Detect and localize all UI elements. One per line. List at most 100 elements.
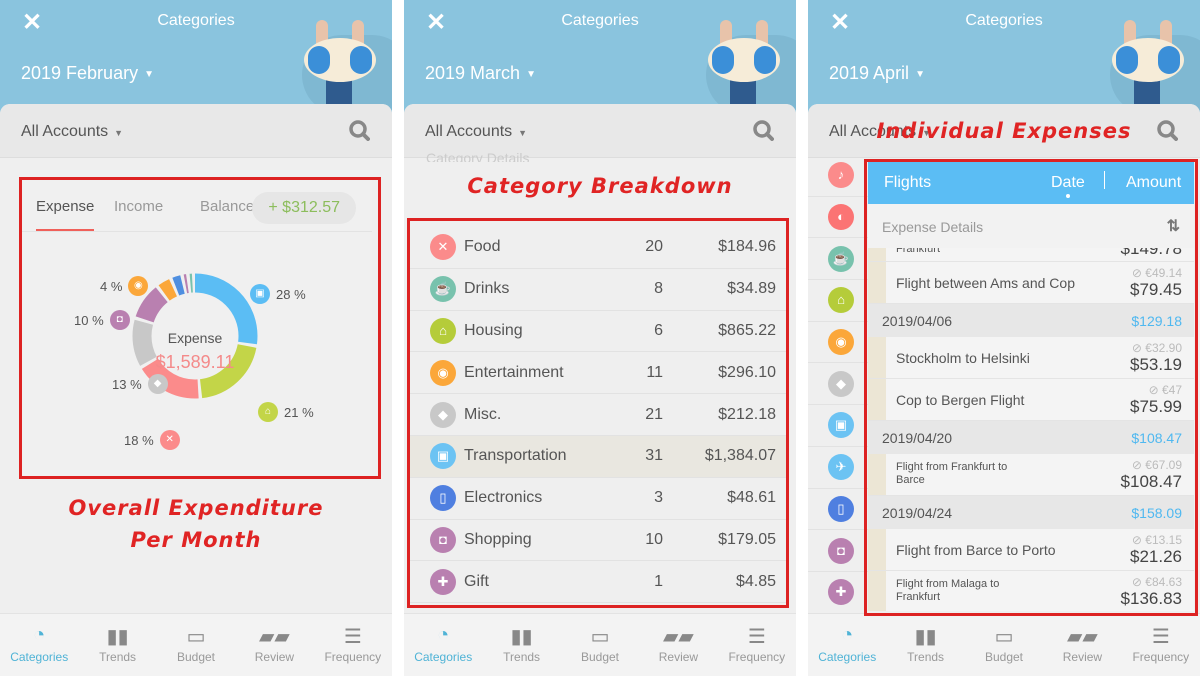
battery-icon: ▭ (994, 626, 1014, 648)
nav-categories[interactable]: ◔ Categories (404, 614, 482, 676)
bag-icon: ◘ (828, 537, 854, 564)
bar-chart-icon: ▮▮ (510, 626, 533, 648)
accounts-bar: All Accounts ▼ (0, 104, 392, 158)
cards-icon: ▰▰ (259, 626, 290, 648)
chevron-down-icon: ▼ (915, 68, 925, 80)
month-label: 2019 February (21, 63, 139, 83)
nav-frequency[interactable]: ☰ Frequency (314, 614, 392, 676)
category-row[interactable]: ✈ (808, 447, 868, 489)
accounts-label: All Accounts (21, 123, 109, 140)
annotation: Individual Expenses (876, 119, 1132, 143)
annotation: Category Breakdown (467, 174, 733, 198)
nav-trends[interactable]: ▮▮ Trends (482, 614, 560, 676)
nav-categories[interactable]: ◔ Categories (0, 614, 78, 676)
mascot-illustration (282, 20, 392, 115)
nav-label: Categories (10, 650, 69, 664)
annotation-line: Per Month (130, 528, 262, 552)
annotation: Overall Expenditure Per Month (0, 492, 392, 556)
donut-icon: ◔ (841, 624, 854, 646)
phone-screen-february: ✕ Categories 2019 February ▼ All Accounts ▼ ◔ C… (0, 0, 392, 676)
nav-label: Trends (503, 650, 541, 664)
chevron-down-icon: ▼ (518, 128, 528, 138)
bar-chart-icon: ▮▮ (106, 626, 129, 648)
faded-section-header: Category Details (426, 150, 530, 162)
search-icon[interactable] (348, 119, 370, 141)
month-selector[interactable]: 2019 April ▼ (829, 63, 925, 84)
category-row[interactable]: ◐ (808, 197, 868, 239)
nav-review[interactable]: ▰▰ Review (1043, 614, 1121, 676)
category-row[interactable]: ▯ (808, 489, 868, 531)
nav-label: Frequency (1132, 650, 1190, 664)
header: ✕ Categories 2019 February ▼ (0, 0, 392, 120)
cup-icon: ☕ (828, 245, 854, 272)
donut-icon: ◔ (437, 624, 450, 646)
nav-label: Trends (907, 650, 945, 664)
category-row[interactable]: ✚ (808, 572, 868, 614)
bus-icon: ▣ (828, 412, 854, 439)
nav-review[interactable]: ▰▰ Review (235, 614, 313, 676)
bread-icon: ◐ (828, 204, 854, 231)
accounts-selector[interactable]: All Accounts ▼ (21, 123, 123, 141)
donut-icon: ◔ (33, 624, 46, 646)
category-row[interactable]: ▣ (808, 405, 868, 447)
accounts-selector[interactable]: All Accounts ▼ (425, 123, 527, 141)
battery-icon: ▭ (590, 626, 610, 648)
nav-label: Budget (984, 650, 1024, 664)
category-row[interactable]: ☕ (808, 238, 868, 281)
chevron-down-icon: ▼ (526, 68, 536, 80)
nav-trends[interactable]: ▮▮ Trends (886, 614, 964, 676)
list-icon: ☰ (747, 626, 766, 648)
cards-icon: ▰▰ (1067, 626, 1098, 648)
bar-chart-icon: ▮▮ (914, 626, 937, 648)
house-icon: ⌂ (828, 287, 854, 314)
nav-review[interactable]: ▰▰ Review (639, 614, 717, 676)
bottom-nav: ◔ Categories ▮▮ Trends ▭ Budget ▰▰ Review ☰ Frequ… (808, 613, 1200, 676)
chevron-down-icon: ▼ (144, 68, 154, 80)
nav-label: Frequency (324, 650, 382, 664)
nav-trends[interactable]: ▮▮ Trends (78, 614, 156, 676)
nav-label: Categories (414, 650, 473, 664)
battery-icon: ▭ (186, 626, 206, 648)
bell-icon: ♪ (828, 162, 854, 189)
list-icon: ☰ (1151, 626, 1170, 648)
gamepad-icon: ◉ (828, 329, 854, 356)
plane-icon: ✈ (828, 454, 854, 481)
header: ✕ Categories 2019 April ▼ (808, 0, 1200, 120)
highlight-box (864, 159, 1198, 616)
month-label: 2019 March (425, 63, 521, 83)
month-label: 2019 April (829, 63, 910, 83)
nav-budget[interactable]: ▭ Budget (561, 614, 639, 676)
nav-label: Trends (99, 650, 137, 664)
month-selector[interactable]: 2019 March ▼ (425, 63, 536, 84)
gift-icon: ✚ (828, 579, 854, 606)
nav-frequency[interactable]: ☰ Frequency (718, 614, 796, 676)
nav-label: Budget (580, 650, 620, 664)
month-selector[interactable]: 2019 February ▼ (21, 63, 154, 84)
nav-label: Review (658, 650, 699, 664)
category-icon-column: ♪ ◐ ☕ ⌂ ◉ ◆ ▣ ✈ ▯ ◘ ✚ (808, 155, 868, 614)
category-row[interactable]: ⌂ (808, 280, 868, 322)
phone-screen-march: ✕ Categories 2019 March ▼ All Accounts ▼ ◔ Cate… (404, 0, 796, 676)
category-row[interactable]: ◉ (808, 322, 868, 364)
nav-categories[interactable]: ◔ Categories (808, 614, 886, 676)
mascot-illustration (686, 20, 796, 115)
nav-budget[interactable]: ▭ Budget (965, 614, 1043, 676)
annotation-line: Overall Expenditure (68, 496, 324, 520)
category-row[interactable]: ◘ (808, 530, 868, 572)
nav-label: Review (254, 650, 295, 664)
nav-label: Frequency (728, 650, 786, 664)
cards-icon: ▰▰ (663, 626, 694, 648)
phone-screen-april: ✕ Categories 2019 April ▼ All Accounts ▼ ◔ Cate… (808, 0, 1200, 676)
chevron-down-icon: ▼ (114, 128, 124, 138)
nav-frequency[interactable]: ☰ Frequency (1122, 614, 1200, 676)
bottom-nav: ◔ Categories ▮▮ Trends ▭ Budget ▰▰ Review ☰ Frequ… (0, 613, 392, 676)
search-icon[interactable] (752, 119, 774, 141)
category-row[interactable]: ♪ (808, 155, 868, 197)
nav-budget[interactable]: ▭ Budget (157, 614, 235, 676)
tag-icon: ◆ (828, 370, 854, 397)
category-row[interactable]: ◆ (808, 363, 868, 406)
bottom-nav: ◔ Categories ▮▮ Trends ▭ Budget ▰▰ Review ☰ Frequ… (404, 613, 796, 676)
nav-label: Budget (176, 650, 216, 664)
highlight-box (19, 177, 381, 479)
highlight-box (407, 218, 789, 608)
